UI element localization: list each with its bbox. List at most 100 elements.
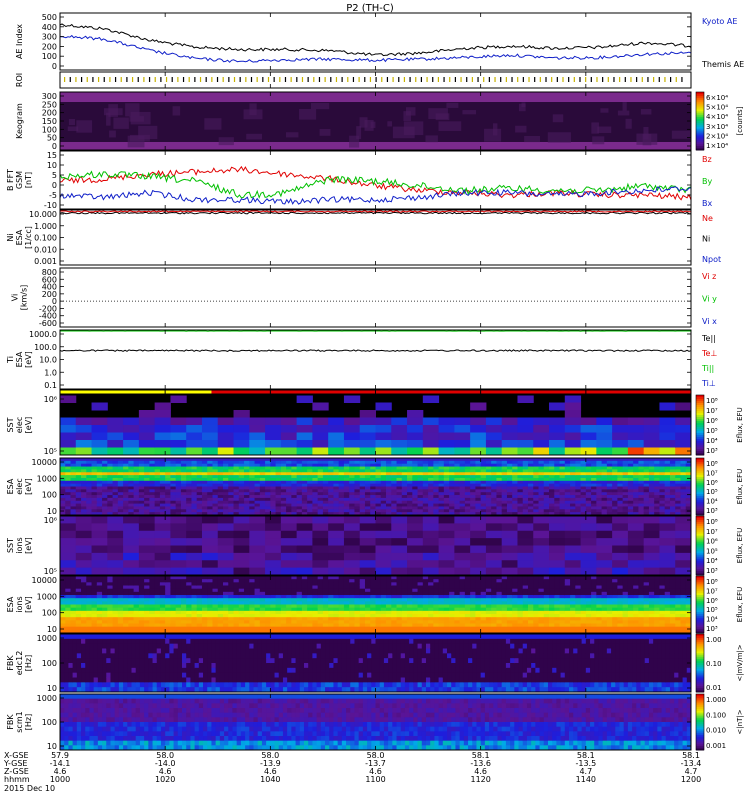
spectrogram-cell <box>549 486 555 490</box>
spectrogram-cell <box>265 591 271 596</box>
spectrogram-cell <box>249 492 256 496</box>
spectrogram-cell <box>349 475 355 479</box>
spectrogram-cell <box>280 626 287 631</box>
spectrogram-cell <box>159 497 166 502</box>
spectrogram-cell <box>612 560 629 569</box>
spectrogram-cell <box>201 523 219 532</box>
spectrogram-cell <box>286 486 292 490</box>
spectrogram-cell <box>238 503 245 507</box>
spectrogram-cell <box>354 610 361 615</box>
spectrogram-cell <box>643 466 650 470</box>
spectrogram-cell <box>485 626 492 631</box>
spectrogram-cell <box>291 626 298 631</box>
spectrogram-cell <box>107 469 114 473</box>
spectrogram-cell <box>522 579 529 583</box>
spectrogram-cell <box>643 538 660 546</box>
spectrogram-cell <box>506 477 513 482</box>
spectrogram-cell <box>564 486 571 490</box>
spectrogram-cell <box>527 475 534 479</box>
spectrogram-cell <box>286 460 292 465</box>
spectrogram-cell <box>223 506 229 510</box>
spectrogram-cell <box>254 460 261 465</box>
spectrogram-cell <box>91 495 98 499</box>
spectrogram-cell <box>75 620 82 624</box>
spectrogram-cell <box>207 503 213 507</box>
spectrogram-cell <box>364 475 371 479</box>
spectrogram-cell <box>117 458 124 462</box>
spectrogram-cell <box>259 620 266 624</box>
spectrogram-cell <box>201 626 208 631</box>
spectrogram-cell <box>643 567 660 576</box>
spectrogram-cell <box>554 617 561 621</box>
spectrogram-cell <box>349 489 355 493</box>
spectrogram-cell <box>422 623 429 628</box>
spectrogram-cell <box>144 582 150 586</box>
spectrogram-cell <box>522 595 529 599</box>
spectrogram-cell <box>86 582 93 586</box>
spectrogram-cell <box>533 486 540 490</box>
keogram-streak <box>76 120 93 133</box>
spectrogram-cell <box>265 489 271 493</box>
spectrogram-cell <box>680 477 687 482</box>
spectrogram-cell <box>296 620 303 624</box>
spectrogram-cell <box>491 486 497 490</box>
spectrogram-cell <box>454 604 461 609</box>
spectrogram-cell <box>359 617 366 621</box>
spectrogram-cell <box>501 460 508 465</box>
spectrogram-cell <box>669 466 676 470</box>
spectrogram-cell <box>317 576 324 580</box>
spectrogram-cell <box>612 595 618 599</box>
spectrogram-cell <box>633 591 639 596</box>
spectrogram-cell <box>422 614 429 618</box>
spectrogram-cell <box>65 503 72 507</box>
spectrogram-cell <box>438 432 455 441</box>
spectrogram-cell <box>364 579 371 583</box>
spectrogram-cell <box>307 500 313 505</box>
spectrogram-cell <box>233 579 240 583</box>
spectrogram-cell <box>170 472 177 476</box>
spectrogram-cell <box>170 567 187 576</box>
spectrogram-cell <box>259 626 266 631</box>
spectrogram-cell <box>91 503 98 507</box>
spectrogram-cell <box>475 620 482 624</box>
spectrogram-cell <box>470 607 476 612</box>
spectrogram-cell <box>433 483 440 487</box>
spectrogram-cell <box>386 497 392 502</box>
spectrogram-cell <box>91 601 98 605</box>
spectrogram-cell <box>144 503 150 507</box>
spectrogram-cell <box>265 472 271 476</box>
spectrogram-cell <box>180 475 187 479</box>
spectrogram-cell <box>675 509 681 513</box>
spectrogram-cell <box>533 595 540 599</box>
spectrogram-cell <box>296 432 313 441</box>
spectrogram-cell <box>596 486 603 490</box>
spectrogram-cell <box>343 579 350 583</box>
spectrogram-cell <box>601 458 608 462</box>
spectrogram-cell <box>538 489 545 493</box>
spectrogram-cell <box>312 469 319 473</box>
spectrogram-cell <box>128 588 135 593</box>
spectrogram-cell <box>249 460 256 465</box>
spectrogram-cell <box>485 460 492 465</box>
spectrogram-cell <box>233 610 240 615</box>
spectrogram-cell <box>265 440 282 448</box>
keogram-streak <box>625 118 632 129</box>
spectrogram-cell <box>270 595 277 599</box>
spectrogram-cell <box>496 614 503 618</box>
spectrogram-cell <box>396 626 403 631</box>
spectrogram-cell <box>606 582 613 586</box>
spectrogram-cell <box>244 626 250 631</box>
keogram-streak <box>425 135 438 143</box>
spectrogram-cell <box>591 623 597 628</box>
spectrogram-cell <box>612 626 618 631</box>
spectrogram-cell <box>265 516 282 524</box>
spectrogram-cell <box>401 576 408 580</box>
spectrogram-cell <box>91 500 98 505</box>
spectrogram-cell <box>480 595 487 599</box>
spectrogram-cell <box>501 545 518 554</box>
spectrogram-cell <box>648 472 655 476</box>
spectrogram-cell <box>364 588 371 593</box>
spectrogram-cell <box>138 472 145 476</box>
spectrogram-cell <box>244 585 250 590</box>
spectrogram-cell <box>501 458 508 462</box>
